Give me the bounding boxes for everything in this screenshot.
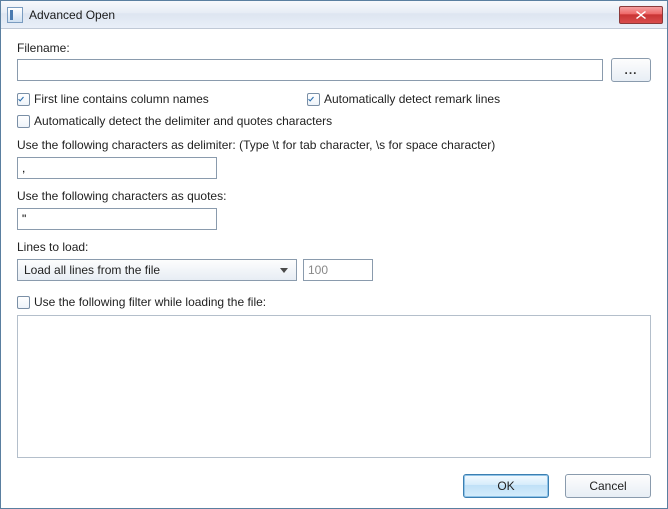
chevron-down-icon	[276, 261, 292, 279]
checkbox-icon	[307, 93, 320, 106]
cancel-button[interactable]: Cancel	[565, 474, 651, 498]
delimiter-label: Use the following characters as delimite…	[17, 138, 651, 152]
dialog-content: Filename: ... First line contains column…	[1, 29, 667, 508]
lines-select-value: Load all lines from the file	[24, 263, 276, 277]
auto-delimiter-checkbox[interactable]: Automatically detect the delimiter and q…	[17, 114, 651, 128]
quotes-input[interactable]	[17, 208, 217, 230]
use-filter-checkbox[interactable]: Use the following filter while loading t…	[17, 295, 651, 309]
dialog-window: Advanced Open Filename: ... First line c…	[0, 0, 668, 509]
checkbox-icon	[17, 115, 30, 128]
lines-count-input	[303, 259, 373, 281]
filename-label: Filename:	[17, 41, 651, 55]
window-title: Advanced Open	[29, 8, 619, 22]
browse-button[interactable]: ...	[611, 58, 651, 82]
use-filter-label: Use the following filter while loading t…	[34, 295, 266, 309]
first-line-label: First line contains column names	[34, 92, 209, 106]
first-line-checkbox[interactable]: First line contains column names	[17, 92, 307, 106]
title-bar: Advanced Open	[1, 1, 667, 29]
lines-label: Lines to load:	[17, 240, 651, 254]
quotes-label: Use the following characters as quotes:	[17, 189, 651, 203]
lines-select[interactable]: Load all lines from the file	[17, 259, 297, 281]
checkbox-icon	[17, 296, 30, 309]
close-button[interactable]	[619, 6, 663, 24]
auto-remark-label: Automatically detect remark lines	[324, 92, 500, 106]
checkbox-icon	[17, 93, 30, 106]
ok-button[interactable]: OK	[463, 474, 549, 498]
app-icon	[7, 7, 23, 23]
auto-delimiter-label: Automatically detect the delimiter and q…	[34, 114, 332, 128]
auto-remark-checkbox[interactable]: Automatically detect remark lines	[307, 92, 500, 106]
filename-input[interactable]	[17, 59, 603, 81]
filter-textarea	[17, 315, 651, 458]
delimiter-input[interactable]	[17, 157, 217, 179]
close-icon	[636, 11, 646, 19]
